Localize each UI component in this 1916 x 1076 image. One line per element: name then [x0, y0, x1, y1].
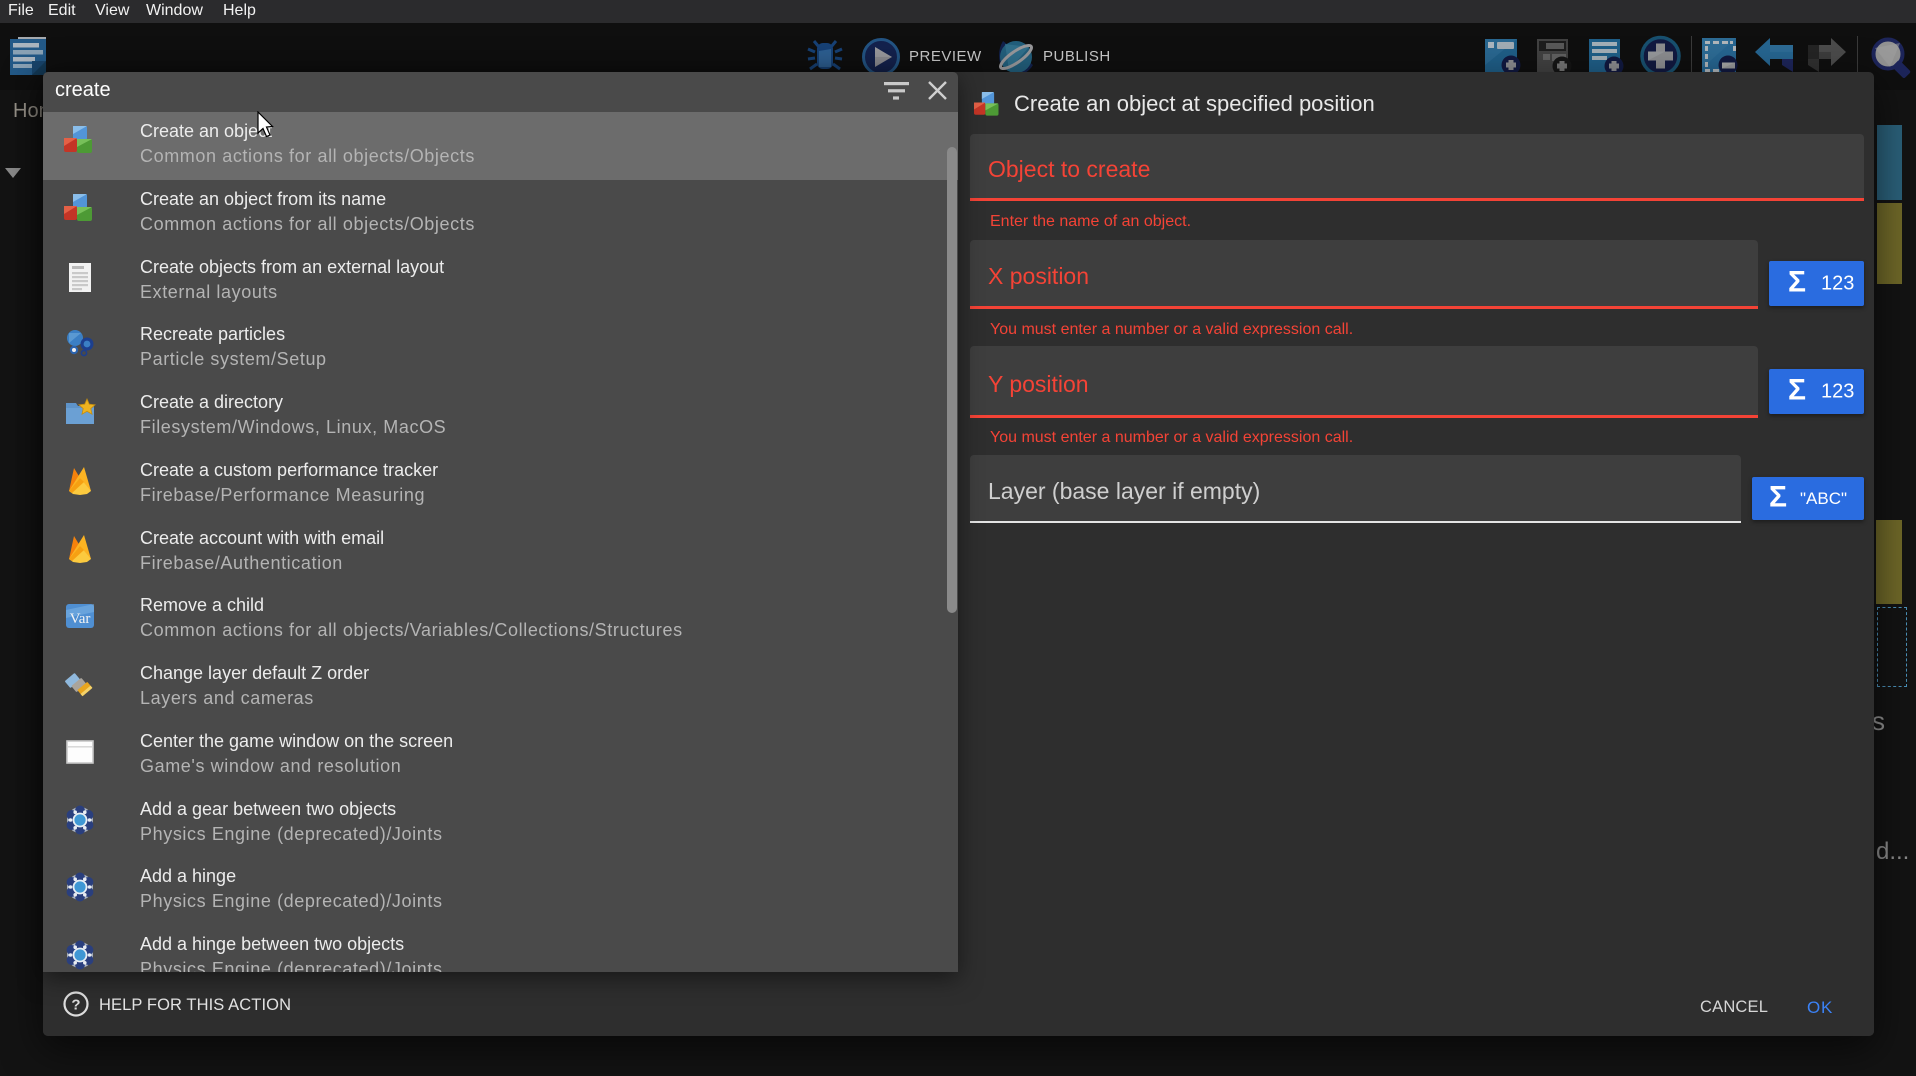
svg-text:?: ? [71, 997, 80, 1014]
